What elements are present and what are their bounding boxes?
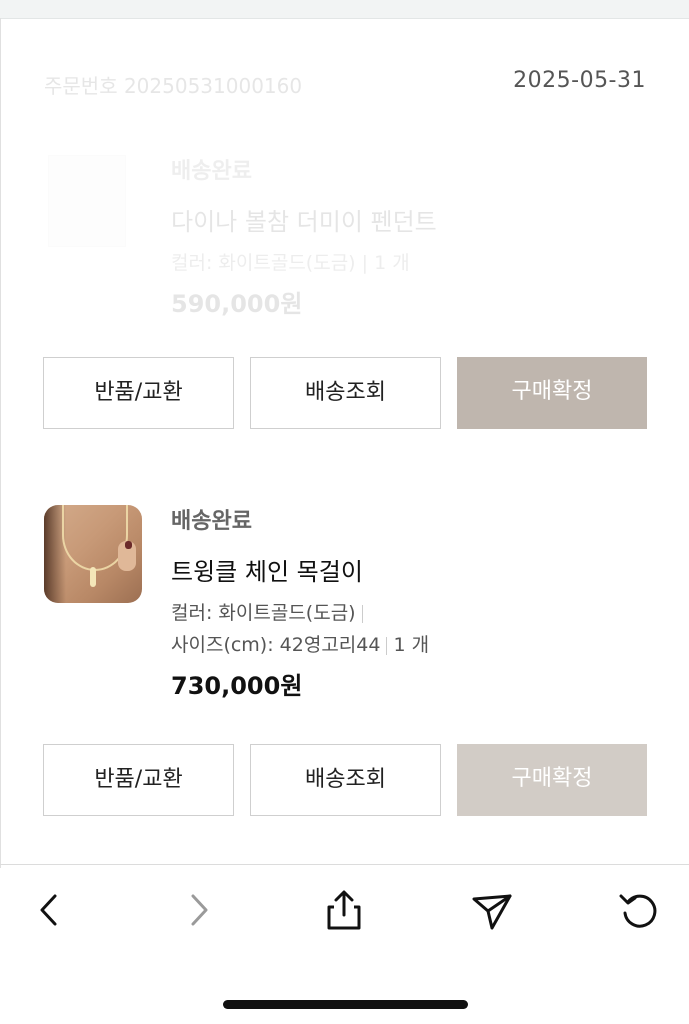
option-separator: [386, 636, 388, 655]
product-info: 배송완료 트윙클 체인 목걸이 컬러: 화이트골드(도금) 사이즈(cm): 4…: [171, 505, 641, 703]
return-exchange-button[interactable]: 반품/교환: [43, 357, 234, 429]
product-price: 730,000원: [171, 672, 303, 700]
home-indicator: [223, 1000, 468, 1009]
track-delivery-button[interactable]: 배송조회: [250, 357, 441, 429]
product-thumbnail[interactable]: [48, 155, 126, 247]
browser-toolbar: [0, 865, 689, 965]
track-delivery-button[interactable]: 배송조회: [250, 744, 441, 816]
content-border: [0, 18, 1, 868]
option-color-text: 컬러: 화이트골드(도금): [171, 602, 356, 624]
order-item: 배송완료 다이나 볼참 더미이 펜던트 컬러: 화이트골드(도금) | 1 개 …: [44, 155, 646, 335]
necklace-pendant: [90, 567, 96, 587]
browser-top-bar: [0, 0, 689, 19]
option-quantity: 1 개: [393, 634, 430, 656]
option-size-text: 사이즈(cm): 42영고리44: [171, 634, 381, 656]
confirm-purchase-button[interactable]: 구매확정: [457, 357, 647, 429]
product-price: 590,000원: [171, 290, 303, 318]
option-separator: [361, 604, 363, 623]
send-icon[interactable]: [468, 887, 514, 933]
product-thumbnail[interactable]: [44, 505, 142, 603]
chevron-left-icon[interactable]: [27, 887, 73, 933]
product-option: 컬러: 화이트골드(도금) | 1 개: [171, 252, 410, 274]
item-actions: 반품/교환 배송조회 구매확정: [43, 744, 647, 818]
photo-nail: [125, 541, 132, 549]
delivery-status: 배송완료: [171, 159, 252, 184]
item-actions: 반품/교환 배송조회 구매확정: [43, 357, 647, 431]
product-option-size: 사이즈(cm): 42영고리44 1 개: [171, 631, 641, 659]
order-item: 배송완료 트윙클 체인 목걸이 컬러: 화이트골드(도금) 사이즈(cm): 4…: [44, 505, 646, 715]
order-date: 2025-05-31: [513, 68, 646, 93]
product-name[interactable]: 트윙클 체인 목걸이: [171, 555, 641, 589]
order-number: 주문번호 20250531000160: [44, 74, 303, 98]
delivery-status: 배송완료: [171, 509, 252, 534]
product-option-color: 컬러: 화이트골드(도금): [171, 599, 641, 627]
order-header: 주문번호 20250531000160 2025-05-31: [44, 62, 646, 102]
share-icon[interactable]: [321, 887, 367, 933]
product-info: 배송완료 다이나 볼참 더미이 펜던트 컬러: 화이트골드(도금) | 1 개 …: [171, 155, 641, 321]
product-name[interactable]: 다이나 볼참 더미이 펜던트: [171, 205, 641, 239]
return-exchange-button[interactable]: 반품/교환: [43, 744, 234, 816]
chevron-right-icon[interactable]: [175, 887, 221, 933]
confirm-purchase-button[interactable]: 구매확정: [457, 744, 647, 816]
reload-icon[interactable]: [616, 887, 662, 933]
